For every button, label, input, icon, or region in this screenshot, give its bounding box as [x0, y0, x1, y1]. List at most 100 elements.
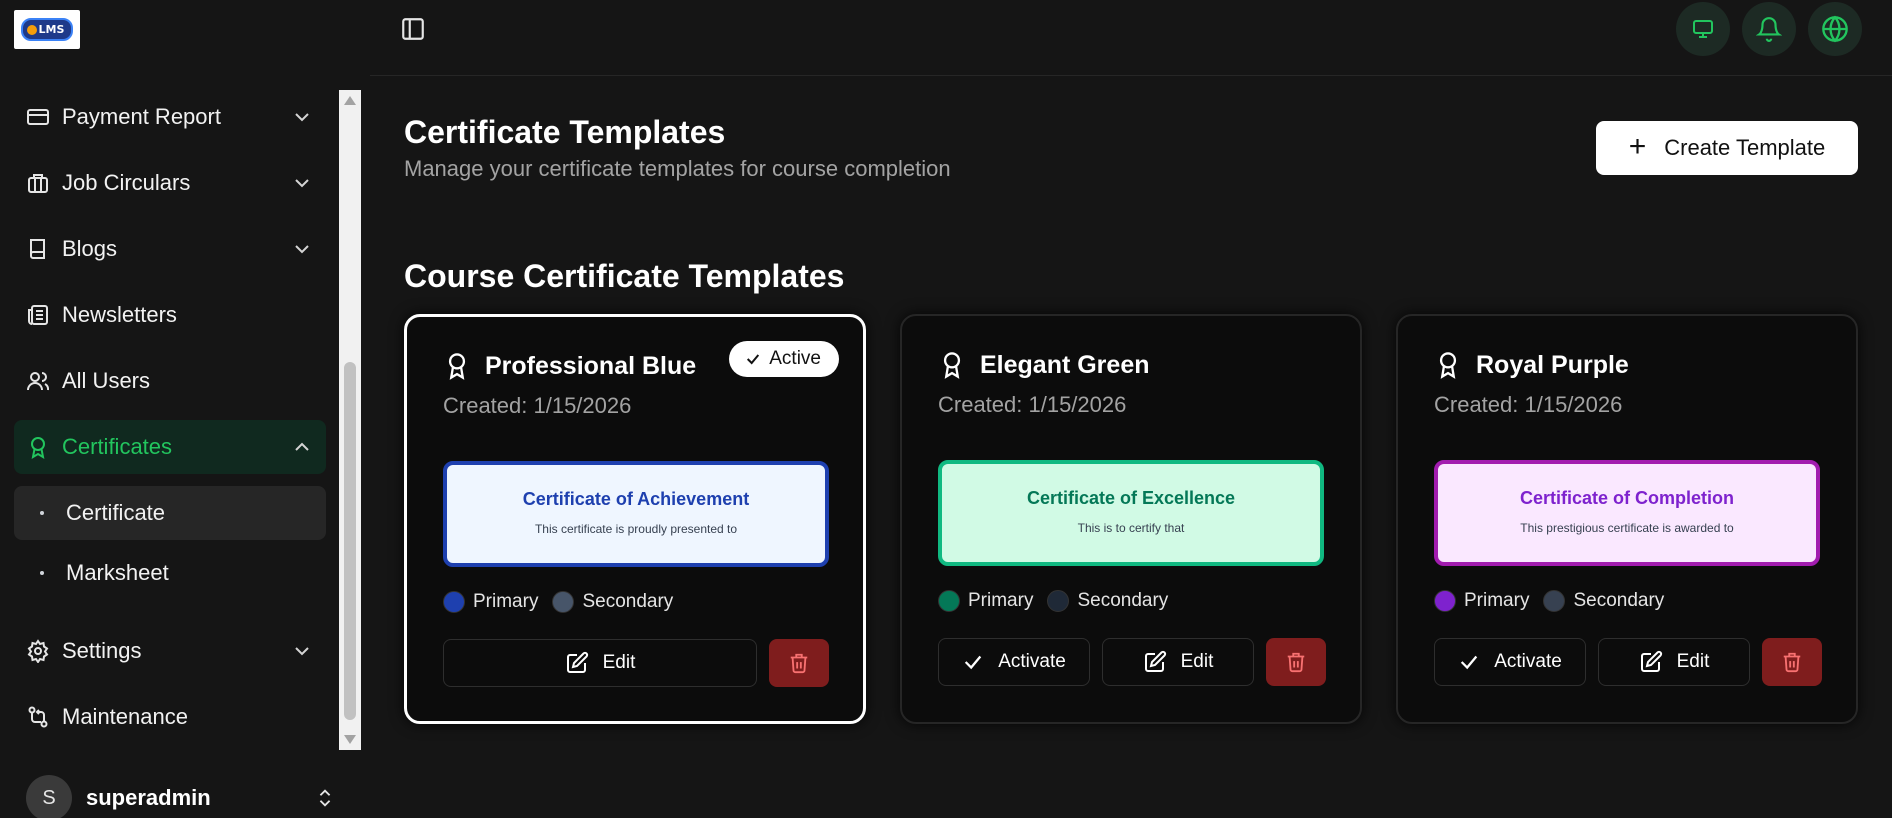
notifications-button[interactable] [1742, 2, 1796, 56]
sidebar-subitem-label: Certificate [66, 500, 166, 525]
bullet-icon [40, 571, 44, 575]
sidebar-item-certificates[interactable]: Certificates [14, 420, 326, 474]
scroll-up-arrow-icon[interactable] [344, 96, 356, 105]
status-badge-label: Active [769, 348, 821, 369]
edit-button[interactable]: Edit [1598, 638, 1750, 686]
delete-button[interactable] [1762, 638, 1822, 686]
activate-button[interactable]: Activate [938, 638, 1090, 686]
award-icon [943, 352, 961, 379]
trash-icon [790, 653, 808, 674]
username: superadmin [86, 785, 211, 810]
certificate-preview: Certificate of Excellence This is to cer… [938, 460, 1324, 566]
sidebar-item-label: Job Circulars [62, 170, 191, 195]
edit-icon [1640, 650, 1662, 672]
card-actions: Activate Edit [938, 638, 1326, 686]
check-icon [747, 354, 760, 365]
color-legend: Primary Secondary [443, 591, 687, 613]
template-card-royal-purple[interactable]: Royal Purple Created: 1/15/2026 Certific… [1396, 314, 1858, 724]
sidebar-item-label: Settings [62, 638, 142, 663]
bell-icon [1756, 17, 1782, 42]
page-title: Certificate Templates [404, 114, 726, 150]
sidebar-toggle-icon[interactable] [400, 16, 426, 42]
secondary-label: Secondary [1573, 590, 1665, 611]
logo-text: LMS [38, 23, 65, 36]
secondary-label: Secondary [582, 591, 674, 612]
delete-button[interactable] [1266, 638, 1326, 686]
check-icon [1461, 655, 1478, 670]
sidebar-item-label: Newsletters [62, 302, 177, 327]
sidebar-item-label: Maintenance [62, 704, 188, 729]
bullet-icon [40, 511, 44, 515]
trash-icon [1783, 652, 1801, 673]
create-template-button[interactable]: + Create Template [1596, 121, 1858, 175]
sidebar-item-payment-report[interactable]: Payment Report [14, 90, 326, 144]
sidebar-item-settings[interactable]: Settings [14, 624, 326, 678]
sidebar-item-all-users[interactable]: All Users [14, 354, 326, 408]
edit-button[interactable]: Edit [443, 639, 757, 687]
primary-swatch [1434, 590, 1456, 612]
sidebar: LMS Payment Report Job Circulars Blogs N… [0, 0, 370, 818]
sidebar-item-job-circulars[interactable]: Job Circulars [14, 156, 326, 210]
monitor-button[interactable] [1676, 2, 1730, 56]
card-actions: Activate Edit [1434, 638, 1822, 686]
template-card-professional-blue[interactable]: Professional Blue Active Created: 1/15/2… [404, 314, 866, 724]
topbar [370, 0, 1892, 76]
primary-swatch [938, 590, 960, 612]
template-name: Professional Blue [485, 351, 697, 380]
sidebar-item-blogs[interactable]: Blogs [14, 222, 326, 276]
sidebar-nav: Payment Report Job Circulars Blogs Newsl… [14, 90, 326, 756]
user-menu[interactable]: S superadmin [26, 774, 336, 818]
sidebar-scrollbar[interactable] [339, 90, 361, 750]
sidebar-subitem-marksheet[interactable]: Marksheet [14, 546, 326, 600]
scroll-down-arrow-icon[interactable] [344, 735, 356, 744]
status-badge: Active [729, 341, 839, 377]
award-icon [26, 435, 50, 459]
primary-label: Primary [1464, 590, 1530, 611]
edit-icon [1144, 650, 1166, 672]
sidebar-item-label: Blogs [62, 236, 118, 261]
sidebar-item-maintenance[interactable]: Maintenance [14, 690, 326, 744]
logo-badge: LMS [20, 18, 74, 41]
template-created-date: Created: 1/15/2026 [443, 393, 632, 418]
color-legend: Primary Secondary [938, 590, 1182, 612]
create-template-label: Create Template [1664, 135, 1826, 160]
edit-label: Edit [602, 652, 636, 673]
workflow-icon [26, 705, 50, 729]
sidebar-item-label: All Users [62, 368, 151, 393]
chevrons-up-down-icon [319, 789, 331, 807]
trash-icon [1287, 652, 1305, 673]
template-created-date: Created: 1/15/2026 [938, 392, 1127, 417]
section-title: Course Certificate Templates [404, 258, 845, 294]
secondary-swatch [1047, 590, 1070, 612]
sidebar-subitem-certificate[interactable]: Certificate [14, 486, 326, 540]
edit-button[interactable]: Edit [1102, 638, 1254, 686]
sidebar-item-newsletters[interactable]: Newsletters [14, 288, 326, 342]
chevron-down-icon [295, 179, 309, 188]
briefcase-icon [26, 171, 50, 195]
newspaper-icon [26, 303, 50, 327]
color-legend: Primary Secondary [1434, 590, 1678, 612]
language-button[interactable] [1808, 2, 1862, 56]
card-header: Elegant Green [938, 350, 1150, 380]
certificate-preview: Certificate of Achievement This certific… [443, 461, 829, 567]
delete-button[interactable] [769, 639, 829, 687]
template-name: Royal Purple [1476, 350, 1629, 379]
primary-swatch [443, 591, 465, 613]
sidebar-item-label: Certificates [62, 434, 173, 459]
secondary-swatch [1543, 590, 1566, 612]
scroll-thumb[interactable] [344, 362, 356, 720]
template-card-elegant-green[interactable]: Elegant Green Created: 1/15/2026 Certifi… [900, 314, 1362, 724]
activate-button[interactable]: Activate [1434, 638, 1586, 686]
app-logo[interactable]: LMS [14, 10, 80, 49]
template-name: Elegant Green [980, 350, 1150, 379]
award-icon [448, 353, 466, 380]
activate-label: Activate [998, 651, 1066, 672]
award-icon [1439, 352, 1457, 379]
edit-label: Edit [1676, 651, 1710, 672]
monitor-icon [1693, 20, 1713, 38]
credit-card-icon [26, 105, 50, 129]
card-actions: Edit [443, 639, 829, 687]
card-header: Royal Purple [1434, 350, 1629, 380]
template-created-date: Created: 1/15/2026 [1434, 392, 1623, 417]
primary-label: Primary [968, 590, 1034, 611]
